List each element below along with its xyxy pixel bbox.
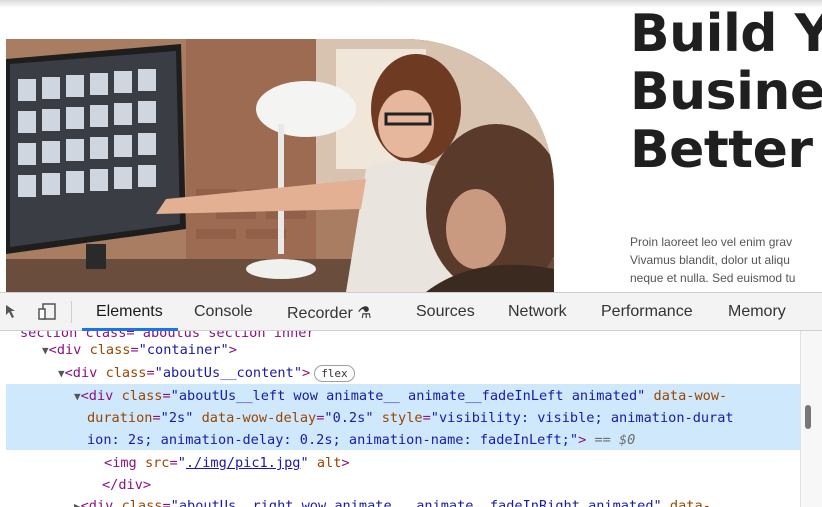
- attr-value: container: [146, 342, 221, 358]
- devtools-toolbar: Elements Console Recorder ⚗ Sources Netw…: [0, 292, 822, 331]
- img-src-link[interactable]: ./img/pic1.jpg: [186, 455, 301, 471]
- attr-name: data-wow-delay: [201, 410, 317, 426]
- headline-line: Busine: [630, 62, 822, 122]
- tab-recorder[interactable]: Recorder ⚗: [287, 303, 372, 323]
- attr-value: aboutUs__right wow animate__ animate__fa…: [178, 498, 654, 507]
- panel-scroll-thumb[interactable]: [805, 405, 811, 429]
- tab-sources[interactable]: Sources: [416, 303, 475, 321]
- dom-node-img[interactable]: <img src="./img/pic1.jpg" alt>: [104, 452, 350, 474]
- console-reference: == $0: [594, 432, 636, 448]
- tab-console[interactable]: Console: [194, 303, 253, 321]
- webpage-viewport: Build Y Busine Better Proin laoreet leo ve…: [0, 0, 822, 292]
- body-line: Vivamus blandit, dolor ut aliqu: [630, 253, 790, 267]
- attr-value: visibility: visible; animation-durat: [438, 410, 734, 426]
- flask-icon: ⚗: [357, 305, 372, 322]
- dom-node-close-div[interactable]: </div>: [102, 474, 151, 496]
- tab-performance[interactable]: Performance: [601, 303, 693, 321]
- attr-name: data-wow-: [653, 388, 728, 404]
- attr-value: ion: 2s; animation-delay: 0.2s; animatio…: [87, 432, 570, 448]
- dom-node-aboutus-left[interactable]: ▼<div class="aboutUs__left wow animate__…: [74, 385, 727, 407]
- closing-tag: </div>: [102, 477, 152, 493]
- attr-value: aboutUs__left wow animate__ animate__fad…: [178, 388, 638, 404]
- dom-node-aboutus-left-cont2[interactable]: ion: 2s; animation-delay: 0.2s; animatio…: [87, 429, 635, 451]
- expand-triangle-icon[interactable]: ▼: [58, 367, 65, 380]
- expand-triangle-icon[interactable]: ▼: [42, 344, 49, 357]
- tab-memory[interactable]: Memory: [728, 303, 786, 321]
- dom-node-container[interactable]: ▼<div class="container">: [42, 339, 237, 361]
- hero-headline: Build Y Busine Better: [630, 5, 822, 179]
- inspect-element-icon[interactable]: [4, 303, 22, 321]
- expand-triangle-icon[interactable]: ▼: [74, 390, 81, 403]
- toolbar-divider: [71, 301, 72, 323]
- flex-badge[interactable]: flex: [314, 365, 355, 382]
- headline-line: Better: [630, 120, 813, 180]
- tab-recorder-label: Recorder: [287, 305, 353, 322]
- attr-name: style: [381, 410, 423, 426]
- headline-line: Build Y: [630, 4, 822, 64]
- dom-node-aboutus-right[interactable]: ▶<div class="aboutUs__right wow animate_…: [74, 495, 711, 507]
- panel-scroll-track[interactable]: [800, 331, 822, 507]
- collapse-triangle-icon[interactable]: ▶: [74, 500, 81, 507]
- attr-name: duration: [87, 410, 153, 426]
- device-toolbar-icon[interactable]: [38, 303, 56, 321]
- elements-dom-tree[interactable]: section class="aboutus section inner" ▼<…: [0, 331, 822, 507]
- body-line: neque et nulla. Sed euismod tu: [630, 271, 796, 285]
- dom-node-aboutus-content[interactable]: ▼<div class="aboutUs__content"> flex: [58, 362, 355, 384]
- attr-value: 2s: [168, 410, 186, 426]
- attr-name: alt: [316, 455, 342, 471]
- body-line: Proin laoreet leo vel enim grav: [630, 235, 793, 249]
- tag-name: div: [56, 342, 82, 358]
- tab-network[interactable]: Network: [508, 303, 567, 321]
- body-paragraph: Proin laoreet leo vel enim grav Vivamus b…: [630, 233, 822, 287]
- attr-value: 0.2s: [332, 410, 366, 426]
- attr-name: data-: [669, 498, 711, 507]
- tag-name: img: [112, 455, 137, 471]
- dom-node-aboutus-left-cont1[interactable]: duration="2s" data-wow-delay="0.2s" styl…: [87, 407, 734, 429]
- attr-value: aboutUs__content: [162, 365, 294, 381]
- tab-elements[interactable]: Elements: [96, 303, 163, 321]
- about-us-photo: [6, 39, 554, 292]
